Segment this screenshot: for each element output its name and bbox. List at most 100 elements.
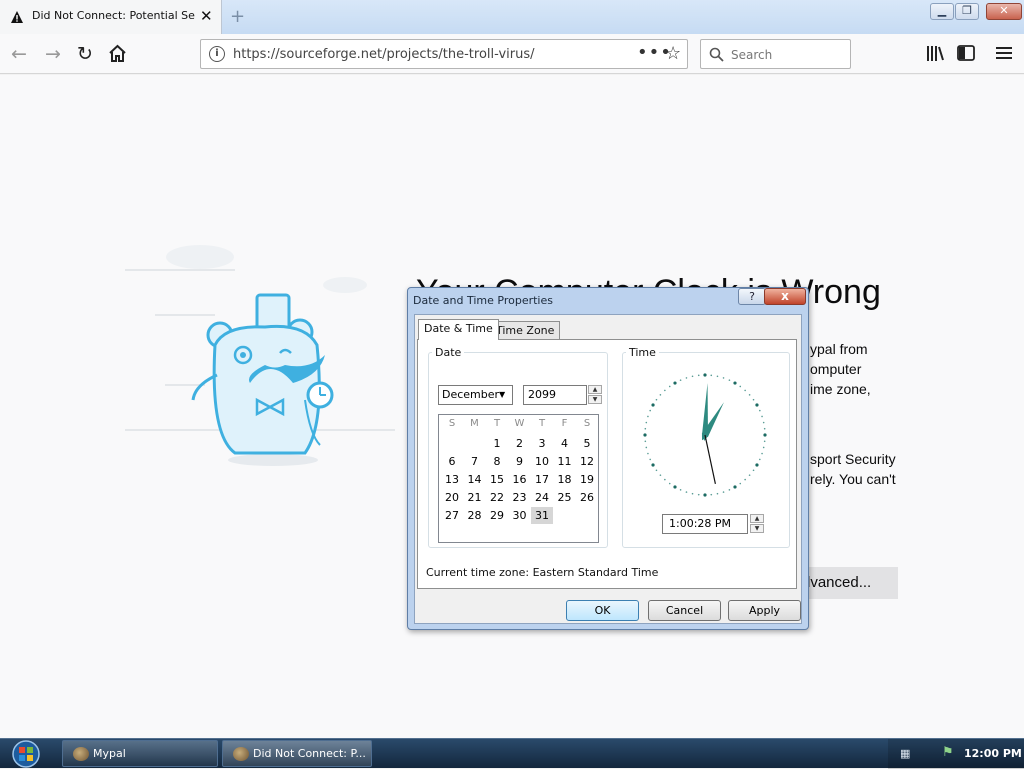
apply-button[interactable]: Apply: [728, 600, 801, 621]
browser-tab[interactable]: Did Not Connect: Potential Secu ✕: [0, 0, 222, 34]
clock-tick: [739, 482, 742, 485]
clock-tick: [728, 379, 731, 381]
tab-title: Did Not Connect: Potential Secu: [32, 9, 195, 22]
error-text-line: rely. You can't: [810, 471, 896, 487]
clock-tick: [722, 377, 725, 379]
calendar-day[interactable]: 3: [531, 435, 553, 452]
calendar-day[interactable]: 11: [554, 453, 576, 470]
clock-tick: [703, 373, 707, 377]
maximize-button[interactable]: ❐: [955, 3, 979, 20]
navigation-toolbar: ← → ↻ i https://sourceforge.net/projects…: [0, 34, 1024, 74]
calendar-day[interactable]: 9: [509, 453, 531, 470]
calendar-day[interactable]: 30: [509, 507, 531, 524]
clock-tick: [659, 474, 662, 476]
month-dropdown[interactable]: December ▼: [438, 385, 513, 405]
tab-time-zone[interactable]: Time Zone: [490, 321, 561, 340]
info-icon[interactable]: i: [209, 46, 225, 62]
clock-minute-hand: [702, 383, 708, 441]
calendar-grid[interactable]: S M T W T F S 1 2 3 4 5 6 7 8 9 10 11 12 13 14 15 16 17 18 19 20 21…: [438, 414, 599, 543]
calendar-day[interactable]: 2: [509, 435, 531, 452]
calendar-day[interactable]: 4: [554, 435, 576, 452]
keyboard-icon[interactable]: ▦: [900, 747, 910, 760]
library-icon[interactable]: [926, 45, 944, 62]
year-field[interactable]: 2099: [523, 385, 587, 405]
calendar-day[interactable]: 29: [486, 507, 508, 524]
clock-tick: [685, 491, 688, 493]
time-up-button[interactable]: ▲: [750, 514, 764, 523]
network-icon[interactable]: ⚑: [942, 745, 954, 760]
calendar-day-selected[interactable]: 31: [531, 507, 553, 524]
ok-button[interactable]: OK: [566, 600, 639, 621]
calendar-day[interactable]: 7: [464, 453, 486, 470]
dialog-body: Date & Time Time Zone Date December ▼ 20…: [414, 314, 802, 624]
calendar-day[interactable]: 15: [486, 471, 508, 488]
calendar-day[interactable]: 14: [464, 471, 486, 488]
bookmark-star-icon[interactable]: ☆: [665, 43, 681, 64]
url-bar[interactable]: i https://sourceforge.net/projects/the-t…: [200, 39, 688, 69]
weekday-header: M: [470, 418, 479, 429]
year-up-button[interactable]: ▲: [588, 385, 602, 394]
help-button[interactable]: ?: [738, 288, 766, 305]
current-timezone-text: Current time zone: Eastern Standard Time: [426, 566, 659, 579]
calendar-day[interactable]: 26: [576, 489, 598, 506]
warning-icon: [11, 11, 23, 23]
dialog-close-button[interactable]: x: [764, 288, 806, 305]
calendar-day[interactable]: 27: [441, 507, 463, 524]
clock-tick: [645, 446, 648, 449]
minimize-button[interactable]: ▁: [930, 3, 954, 20]
start-orb-icon[interactable]: [2, 739, 50, 769]
calendar-day[interactable]: 12: [576, 453, 598, 470]
tab-date-time[interactable]: Date & Time: [418, 319, 499, 340]
clock-tick: [679, 379, 682, 381]
calendar-day[interactable]: 19: [576, 471, 598, 488]
tab-close-icon[interactable]: ✕: [200, 7, 213, 25]
clock-tick: [649, 409, 651, 412]
search-input[interactable]: Search: [700, 39, 851, 69]
back-arrow-icon[interactable]: ←: [6, 41, 32, 67]
calendar-day[interactable]: 5: [576, 435, 598, 452]
time-down-button[interactable]: ▼: [750, 524, 764, 533]
clock-second-hand: [704, 434, 716, 485]
plus-icon[interactable]: +: [230, 6, 245, 27]
calendar-day[interactable]: 13: [441, 471, 463, 488]
clock-tick: [647, 452, 649, 455]
clock-tick: [691, 492, 694, 495]
taskbar-item-browser-window[interactable]: Did Not Connect: P...: [222, 740, 372, 767]
home-icon[interactable]: [108, 44, 127, 63]
clock-tick: [762, 421, 765, 424]
calendar-day[interactable]: 20: [441, 489, 463, 506]
weekday-header: T: [538, 418, 546, 429]
analog-clock: [643, 373, 767, 497]
calendar-day[interactable]: 8: [486, 453, 508, 470]
calendar-day[interactable]: 23: [509, 489, 531, 506]
clock-tick: [703, 493, 707, 497]
taskbar-clock[interactable]: 12:00 PM: [964, 747, 1022, 760]
year-down-button[interactable]: ▼: [588, 395, 602, 404]
calendar-day[interactable]: 6: [441, 453, 463, 470]
calendar-day[interactable]: 28: [464, 507, 486, 524]
clock-tick: [697, 374, 700, 377]
calendar-day[interactable]: 16: [509, 471, 531, 488]
menu-icon[interactable]: [996, 46, 1012, 60]
clock-tick: [763, 433, 767, 437]
clock-tick: [685, 377, 688, 379]
calendar-day[interactable]: 18: [554, 471, 576, 488]
calendar-day[interactable]: 1: [486, 435, 508, 452]
calendar-day[interactable]: 21: [464, 489, 486, 506]
close-window-button[interactable]: ✕: [986, 3, 1022, 20]
time-field[interactable]: 1:00:28 PM: [662, 514, 748, 534]
clock-container: 1:00:28 PM ▲ ▼: [622, 352, 790, 548]
clock-tick: [759, 458, 761, 461]
calendar-day[interactable]: 25: [554, 489, 576, 506]
calendar-day[interactable]: 24: [531, 489, 553, 506]
reload-icon[interactable]: ↻: [72, 41, 98, 67]
taskbar-item-mypal[interactable]: Mypal: [62, 740, 218, 767]
calendar-day[interactable]: 17: [531, 471, 553, 488]
sidebar-icon[interactable]: [957, 45, 975, 61]
forward-arrow-icon[interactable]: →: [40, 41, 66, 67]
date-group-label: Date: [432, 346, 465, 359]
cancel-button[interactable]: Cancel: [648, 600, 721, 621]
clock-tick: [691, 375, 694, 378]
calendar-day[interactable]: 22: [486, 489, 508, 506]
calendar-day[interactable]: 10: [531, 453, 553, 470]
